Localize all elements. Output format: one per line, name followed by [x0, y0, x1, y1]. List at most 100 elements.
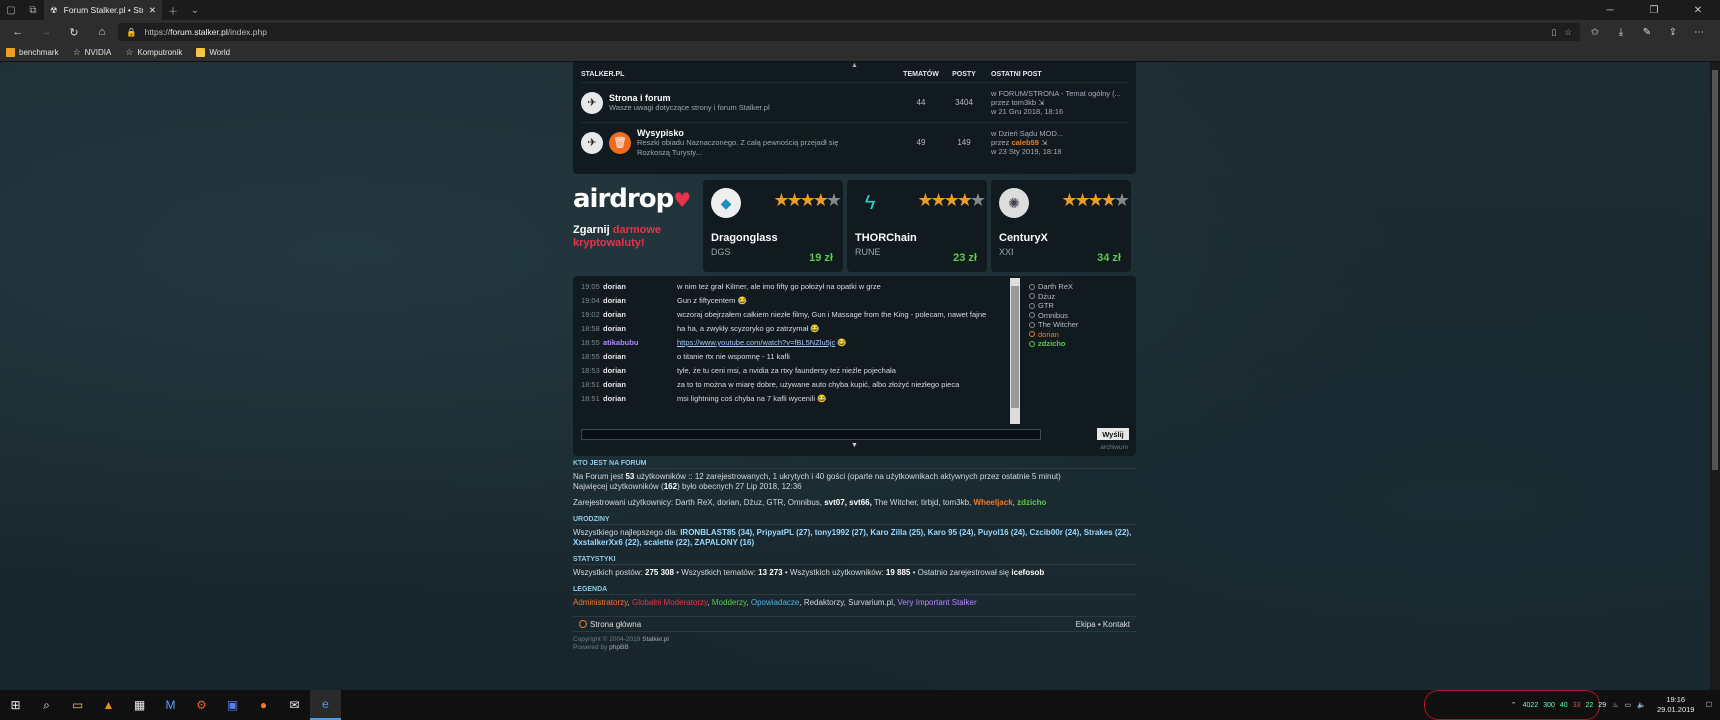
shout-nick[interactable]: dorian: [603, 366, 677, 376]
share-icon[interactable]: ⇪: [1662, 22, 1684, 42]
maximize-icon[interactable]: ❐: [1632, 0, 1676, 20]
bookmark-benchmark[interactable]: benchmark: [6, 48, 59, 57]
coin-card[interactable]: ϟ ★★★★★ THORChain RUNE 23 zł: [847, 180, 987, 272]
shout-nick[interactable]: dorian: [603, 324, 677, 334]
goto-last-post-icon[interactable]: ⇲: [1038, 98, 1044, 107]
close-window-icon[interactable]: ✕: [1676, 0, 1720, 20]
expand-down-icon[interactable]: ▼: [851, 442, 858, 449]
statistics-section: STATYSTYKI Wszystkich postów: 275 308 • …: [573, 556, 1136, 578]
favorites-icon[interactable]: ✩: [1584, 22, 1606, 42]
team-contact-links[interactable]: Ekipa • Kontakt: [1076, 620, 1130, 629]
tab-close-icon[interactable]: ✕: [149, 5, 156, 16]
reading-view-icon[interactable]: ▯: [1552, 27, 1557, 38]
volume-icon[interactable]: 🔈: [1637, 701, 1646, 709]
downloads-icon[interactable]: ⤓: [1610, 22, 1632, 42]
bookmark-komputronik[interactable]: ☆ Komputronik: [125, 47, 182, 58]
last-post-topic-link[interactable]: w FORUM/STRONA - Temat ogólny (...: [991, 89, 1128, 98]
browser-tab-active[interactable]: ☢ Forum Stalker.pl • Stron ✕: [44, 0, 162, 20]
collapse-up-icon[interactable]: ▲: [851, 62, 858, 69]
legend-section: LEGENDA Administratorzy, Globalni Modera…: [573, 586, 1136, 608]
shoutbox-scrollbar[interactable]: [1010, 278, 1020, 424]
legend-modders-link[interactable]: Modderzy: [712, 598, 747, 607]
shout-nick[interactable]: dorian: [603, 310, 677, 320]
shout-nick[interactable]: dorian: [603, 380, 677, 390]
vlc-icon[interactable]: ▲: [93, 690, 124, 720]
save-app-icon[interactable]: ▣: [217, 690, 248, 720]
page-scrollbar[interactable]: [1710, 62, 1720, 690]
online-user[interactable]: GTR: [1029, 301, 1078, 311]
app-icon[interactable]: ⚙: [186, 690, 217, 720]
home-link[interactable]: Strona główna: [579, 620, 641, 629]
category-title[interactable]: STALKER.PL: [581, 71, 897, 78]
online-user[interactable]: zdzicho: [1029, 339, 1078, 349]
online-user[interactable]: Omnibus: [1029, 311, 1078, 321]
bookmark-world[interactable]: World: [196, 48, 230, 57]
legend-storytellers-link[interactable]: Opowiadacze: [751, 598, 799, 607]
youtube-link[interactable]: https://www.youtube.com/watch?v=fBL5NZlu…: [677, 338, 835, 347]
shoutbox-messages[interactable]: 19:05 dorian w nim też grał Kilmer, ale im…: [581, 282, 1015, 426]
shout-nick[interactable]: dorian: [603, 296, 677, 306]
user-link[interactable]: Wheeljack: [974, 498, 1013, 507]
last-post-topic-link[interactable]: w Dzień Sądu MOD...: [991, 129, 1128, 138]
notifications-icon[interactable]: ☐: [1706, 701, 1712, 709]
search-icon[interactable]: ⌕: [31, 690, 62, 720]
star-icon: ☆: [125, 47, 134, 57]
mail-icon[interactable]: ✉: [279, 690, 310, 720]
who-heading[interactable]: KTO JEST NA FORUM: [573, 460, 1136, 469]
airdrop-ad-banner[interactable]: airdrop♥ Zgarnij darmowe kryptowaluty! ◆…: [573, 180, 1136, 272]
new-tab-icon[interactable]: ＋: [162, 0, 184, 20]
file-explorer-icon[interactable]: ▭: [62, 690, 93, 720]
copyright: Copyright © 2004-2019 Stalker.pl Powered…: [573, 636, 669, 651]
phpbb-link[interactable]: phpBB: [609, 644, 629, 651]
forward-icon[interactable]: →: [34, 22, 58, 42]
notes-icon[interactable]: ✎: [1636, 22, 1658, 42]
online-user[interactable]: dorian: [1029, 330, 1078, 340]
legend-vip-link[interactable]: Very Important Stalker: [897, 598, 976, 607]
back-icon[interactable]: ←: [6, 22, 30, 42]
more-icon[interactable]: ⋯: [1688, 22, 1710, 42]
user-link[interactable]: zdzicho: [1017, 498, 1046, 507]
video-editor-icon[interactable]: ▦: [124, 690, 155, 720]
forum-title-link[interactable]: Strona i forum: [609, 93, 770, 103]
last-post-author-link[interactable]: caleb59: [1011, 138, 1039, 147]
coin-card[interactable]: ◆ ★★★★★ Dragonglass DGS 19 zł: [703, 180, 843, 272]
start-icon[interactable]: ⊞: [0, 690, 31, 720]
steam-icon[interactable]: ♨: [1612, 701, 1618, 709]
favorite-star-icon[interactable]: ☆: [1564, 27, 1572, 38]
forum-title-link[interactable]: Wysypisko: [637, 128, 857, 138]
goto-last-post-icon[interactable]: ⇲: [1041, 138, 1047, 147]
online-user[interactable]: The Witcher: [1029, 320, 1078, 330]
site-link[interactable]: Stalker.pl: [642, 636, 669, 643]
shout-nick[interactable]: atikabubu: [603, 338, 677, 348]
malwarebytes-icon[interactable]: M: [155, 690, 186, 720]
shout-nick[interactable]: dorian: [603, 282, 677, 292]
home-icon[interactable]: ⌂: [90, 22, 114, 42]
edge-icon[interactable]: e: [310, 690, 341, 720]
online-user[interactable]: Darth ReX: [1029, 282, 1078, 292]
shout-nick[interactable]: dorian: [603, 394, 677, 404]
online-user[interactable]: Dżuz: [1029, 292, 1078, 302]
rating-stars: ★★★★★: [773, 190, 842, 210]
bookmark-nvidia[interactable]: ☆ NVIDIA: [73, 47, 112, 58]
url-field[interactable]: 🔒 https://forum.stalker.pl/index.php ▯ ☆: [118, 23, 1580, 41]
tab-actions-icon[interactable]: ▢: [0, 0, 22, 20]
thorchain-logo-icon: ϟ: [864, 191, 876, 214]
shout-input[interactable]: [581, 429, 1041, 440]
minimize-icon[interactable]: ─: [1588, 0, 1632, 20]
shout-send-button[interactable]: Wyślij: [1097, 428, 1129, 440]
last-post-author-link[interactable]: tom3kb: [1011, 98, 1036, 107]
network-icon[interactable]: ▭: [1624, 701, 1631, 709]
shout-message: 18:51 dorian msi lightning coś chyba na 7 …: [581, 394, 827, 404]
legend-global-mods-link[interactable]: Globalni Moderatorzy: [632, 598, 707, 607]
shout-nick[interactable]: dorian: [603, 352, 677, 362]
coin-card[interactable]: ✺ ★★★★★ CenturyX XXI 34 zł: [991, 180, 1131, 272]
tray-chevron-icon[interactable]: ⌃: [1511, 701, 1517, 709]
firefox-icon[interactable]: ●: [248, 690, 279, 720]
archive-link[interactable]: archiwum: [1100, 444, 1128, 451]
refresh-icon[interactable]: ↻: [62, 22, 86, 42]
tab-list-chevron-icon[interactable]: ⌄: [184, 0, 206, 20]
newest-user-link[interactable]: icefosob: [1011, 568, 1044, 577]
legend-admins-link[interactable]: Administratorzy: [573, 598, 628, 607]
tab-preview-icon[interactable]: ⧉: [22, 0, 44, 20]
clock[interactable]: 19:16 29.01.2019: [1652, 695, 1700, 715]
